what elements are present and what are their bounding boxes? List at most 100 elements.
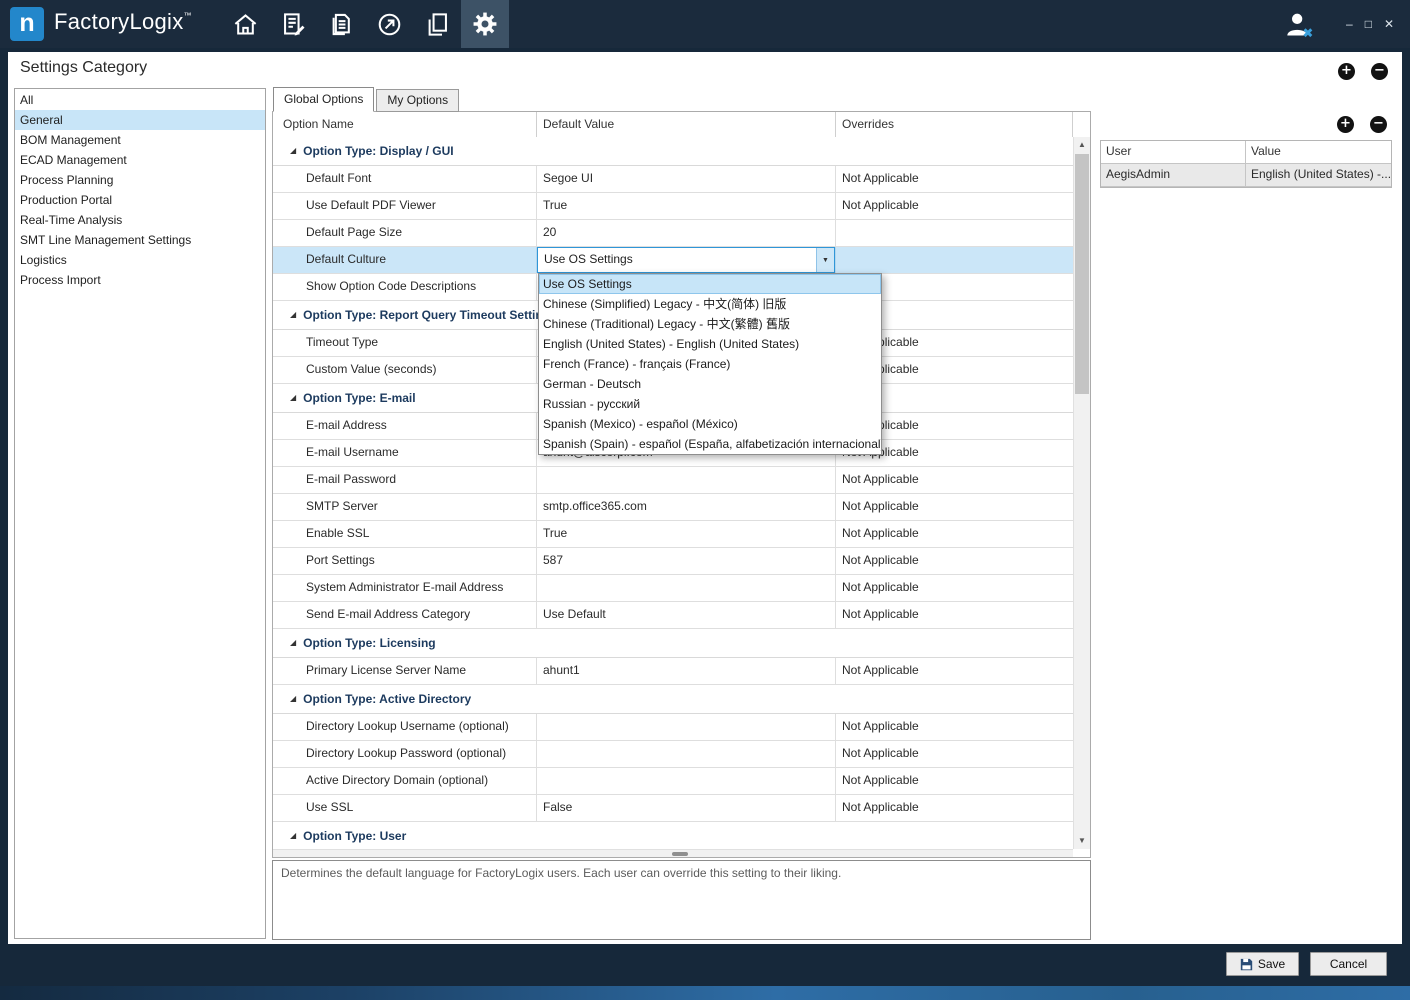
- nav-documents-stack-button[interactable]: [317, 0, 365, 48]
- save-floppy-icon: [1240, 958, 1252, 970]
- sidebar-item-bom-management[interactable]: BOM Management: [15, 130, 265, 150]
- sidebar-item-all[interactable]: All: [15, 90, 265, 110]
- nav-settings-button[interactable]: [461, 0, 509, 48]
- option-value-cell[interactable]: 587: [537, 548, 836, 574]
- dropdown-option-5[interactable]: German - Deutsch: [539, 374, 881, 394]
- column-header-option-name[interactable]: Option Name: [273, 112, 537, 137]
- section-row-option-type-licensing[interactable]: ◢ Option Type: Licensing: [273, 629, 1073, 658]
- app-title: FactoryLogix™: [54, 9, 192, 34]
- option-value-cell[interactable]: 20: [537, 220, 836, 246]
- dropdown-option-6[interactable]: Russian - русский: [539, 394, 881, 414]
- options-grid-header: Option Name Default Value Overrides: [273, 112, 1090, 138]
- nav-document-copy-button[interactable]: [413, 0, 461, 48]
- option-row-default-font[interactable]: Default Font Segoe UI Not Applicable: [273, 166, 1073, 193]
- override-row-aegisadmin[interactable]: AegisAdmin English (United States) -...: [1101, 164, 1391, 187]
- option-value-cell[interactable]: Use Default: [537, 602, 836, 628]
- sidebar-item-ecad-management[interactable]: ECAD Management: [15, 150, 265, 170]
- option-row-use-ssl[interactable]: Use SSL False Not Applicable: [273, 795, 1073, 822]
- section-expand-icon[interactable]: ◢: [290, 639, 296, 647]
- nav-circle-arrow-button[interactable]: [365, 0, 413, 48]
- option-value-cell[interactable]: Segoe UI: [537, 166, 836, 192]
- section-expand-icon[interactable]: ◢: [290, 832, 296, 840]
- option-value-cell[interactable]: [537, 741, 836, 767]
- settings-category-list: All General BOM Management ECAD Management P…: [14, 88, 266, 939]
- option-row-e-mail-password[interactable]: E-mail Password Not Applicable: [273, 467, 1073, 494]
- save-button[interactable]: Save: [1226, 952, 1299, 976]
- sidebar-item-process-planning[interactable]: Process Planning: [15, 170, 265, 190]
- option-value-cell[interactable]: True: [537, 521, 836, 547]
- section-row-option-type-active-directory[interactable]: ◢ Option Type: Active Directory: [273, 685, 1073, 714]
- horizontal-scrollbar[interactable]: [273, 849, 1073, 857]
- option-value-cell[interactable]: [537, 714, 836, 740]
- cancel-button[interactable]: Cancel: [1310, 952, 1387, 976]
- option-row-system-administrator-e-mail-address[interactable]: System Administrator E-mail Address Not A…: [273, 575, 1073, 602]
- remove-option-button[interactable]: −: [1371, 63, 1388, 80]
- remove-override-button[interactable]: −: [1370, 116, 1387, 133]
- nav-home-button[interactable]: [221, 0, 269, 48]
- section-expand-icon[interactable]: ◢: [290, 695, 296, 703]
- add-override-button[interactable]: +: [1337, 116, 1354, 133]
- culture-combobox[interactable]: Use OS Settings ▼: [537, 247, 835, 273]
- dropdown-option-3[interactable]: English (United States) - English (Unite…: [539, 334, 881, 354]
- dropdown-option-0[interactable]: Use OS Settings: [539, 274, 881, 294]
- option-row-port-settings[interactable]: Port Settings 587 Not Applicable: [273, 548, 1073, 575]
- option-row-default-page-size[interactable]: Default Page Size 20: [273, 220, 1073, 247]
- section-expand-icon[interactable]: ◢: [290, 147, 296, 155]
- section-expand-icon[interactable]: ◢: [290, 394, 296, 402]
- column-header-overrides[interactable]: Overrides: [836, 112, 1073, 137]
- option-overrides-cell: Not Applicable: [842, 800, 919, 814]
- add-option-button[interactable]: +: [1338, 63, 1355, 80]
- vertical-scrollbar-thumb[interactable]: [1075, 154, 1089, 394]
- sidebar-item-production-portal[interactable]: Production Portal: [15, 190, 265, 210]
- sidebar-item-general[interactable]: General: [15, 110, 265, 130]
- column-header-default-value[interactable]: Default Value: [537, 112, 836, 137]
- sidebar-item-logistics[interactable]: Logistics: [15, 250, 265, 270]
- option-row-directory-lookup-password-optional[interactable]: Directory Lookup Password (optional) Not …: [273, 741, 1073, 768]
- dropdown-option-8[interactable]: Spanish (Spain) - español (España, alfab…: [539, 434, 881, 454]
- sidebar-item-real-time-analysis[interactable]: Real-Time Analysis: [15, 210, 265, 230]
- close-button[interactable]: ✕: [1384, 17, 1394, 31]
- option-row-default-culture[interactable]: Default Culture Use OS Settings ▼: [273, 247, 1073, 274]
- section-row-option-type-user[interactable]: ◢ Option Type: User: [273, 822, 1073, 851]
- column-header-user[interactable]: User: [1101, 141, 1246, 163]
- scroll-up-icon[interactable]: ▲: [1074, 137, 1090, 153]
- option-row-send-e-mail-address-category[interactable]: Send E-mail Address Category Use Default N…: [273, 602, 1073, 629]
- sidebar-item-process-import[interactable]: Process Import: [15, 270, 265, 290]
- option-value-cell[interactable]: [537, 768, 836, 794]
- option-value-cell[interactable]: True: [537, 193, 836, 219]
- option-row-enable-ssl[interactable]: Enable SSL True Not Applicable: [273, 521, 1073, 548]
- horizontal-scrollbar-thumb[interactable]: [672, 852, 688, 856]
- option-value-cell[interactable]: [537, 467, 836, 493]
- option-row-use-default-pdf-viewer[interactable]: Use Default PDF Viewer True Not Applicable: [273, 193, 1073, 220]
- section-row-option-type-display-gui[interactable]: ◢ Option Type: Display / GUI: [273, 137, 1073, 166]
- option-name-cell: E-mail Address: [273, 413, 537, 439]
- user-account-button[interactable]: [1283, 9, 1315, 41]
- dropdown-option-7[interactable]: Spanish (Mexico) - español (México): [539, 414, 881, 434]
- combobox-dropdown-button[interactable]: ▼: [816, 248, 834, 272]
- section-expand-icon[interactable]: ◢: [290, 311, 296, 319]
- option-row-active-directory-domain-optional[interactable]: Active Directory Domain (optional) Not Ap…: [273, 768, 1073, 795]
- scroll-down-icon[interactable]: ▼: [1074, 833, 1090, 849]
- column-header-value[interactable]: Value: [1246, 141, 1391, 163]
- dropdown-option-1[interactable]: Chinese (Simplified) Legacy - 中文(简体) 旧版: [539, 294, 881, 314]
- dropdown-option-4[interactable]: French (France) - français (France): [539, 354, 881, 374]
- minimize-button[interactable]: –: [1346, 17, 1353, 31]
- option-name-cell: E-mail Username: [273, 440, 537, 466]
- option-row-directory-lookup-username-optional[interactable]: Directory Lookup Username (optional) Not …: [273, 714, 1073, 741]
- dropdown-option-2[interactable]: Chinese (Traditional) Legacy - 中文(繁體) 舊版: [539, 314, 881, 334]
- option-value-cell[interactable]: ahunt1: [537, 658, 836, 684]
- tab-global-options[interactable]: Global Options: [273, 87, 375, 112]
- sidebar-item-smt-line-management-settings[interactable]: SMT Line Management Settings: [15, 230, 265, 250]
- option-value-cell[interactable]: smtp.office365.com: [537, 494, 836, 520]
- vertical-scrollbar[interactable]: ▲ ▼: [1073, 137, 1090, 849]
- option-row-smtp-server[interactable]: SMTP Server smtp.office365.com Not Applica…: [273, 494, 1073, 521]
- home-icon: [234, 13, 256, 35]
- option-value-cell[interactable]: [537, 575, 836, 601]
- maximize-button[interactable]: □: [1365, 17, 1372, 31]
- option-row-primary-license-server-name[interactable]: Primary License Server Name ahunt1 Not App…: [273, 658, 1073, 685]
- option-value-cell[interactable]: Use OS Settings ▼: [537, 247, 836, 273]
- settings-page: Settings Category + − All General BOM Mana…: [8, 52, 1402, 944]
- nav-list-edit-button[interactable]: [269, 0, 317, 48]
- tab-my-options[interactable]: My Options: [376, 89, 460, 112]
- option-value-cell[interactable]: False: [537, 795, 836, 821]
